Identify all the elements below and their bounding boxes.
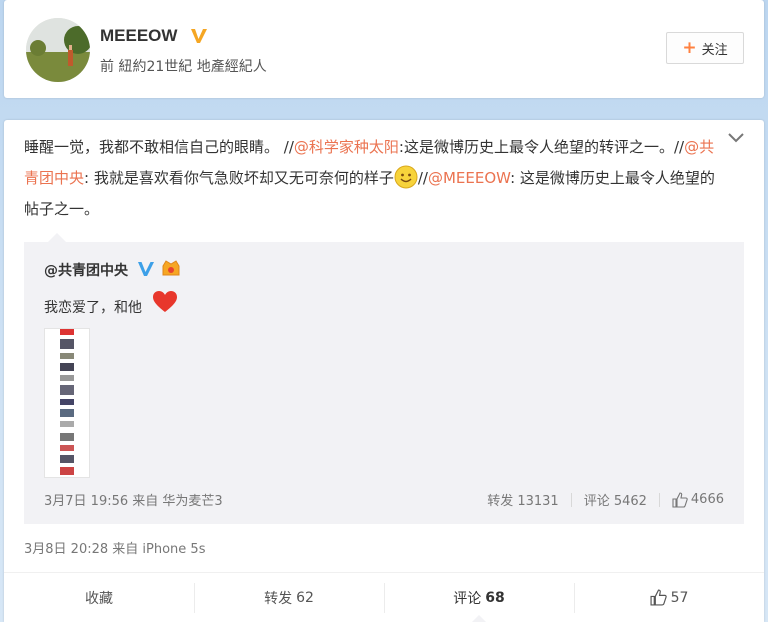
- quoted-like-count: 4666: [690, 492, 724, 507]
- comment-button[interactable]: 评论 68: [384, 573, 574, 622]
- heart-icon: [153, 291, 177, 312]
- follow-label: 关注: [701, 42, 728, 58]
- quoted-actions: 转发 13131 评论 5462 4666: [487, 490, 724, 509]
- post-text-segment: //: [417, 169, 428, 187]
- quote-pointer: [48, 233, 66, 242]
- member-badge-icon: [162, 260, 180, 276]
- quoted-repost-button[interactable]: 转发 13131: [487, 490, 559, 509]
- mention-link[interactable]: @MEEEOW: [428, 169, 510, 187]
- repost-button[interactable]: 转发 62: [194, 573, 384, 622]
- post-card: 睡醒一觉，我都不敢相信自己的眼睛。 //@科学家种太阳:这是微博历史上最令人绝望…: [4, 120, 764, 622]
- divider: [658, 492, 660, 507]
- quoted-text: 我恋爱了，和他: [44, 300, 142, 316]
- mention-link[interactable]: @科学家种太阳: [294, 138, 399, 156]
- avatar[interactable]: [26, 18, 90, 82]
- post-text-segment: 睡醒一觉，我都不敢相信自己的眼睛。 //: [24, 138, 294, 156]
- post-toolbar: 收藏 转发 62 评论 68 57: [4, 572, 764, 622]
- quoted-comment-button[interactable]: 评论 5462: [584, 490, 647, 509]
- quoted-post: @共青团中央 我恋爱了，和他 3月7日 19:56 来自 华为麦芒3 转发 13…: [24, 242, 744, 524]
- quoted-like-button[interactable]: 4666: [672, 491, 724, 508]
- chevron-down-icon[interactable]: [726, 130, 746, 146]
- thumbs-up-icon: [672, 491, 688, 508]
- profile-description: 前 紐約21世紀 地產經紀人: [100, 59, 267, 75]
- repost-count: 62: [296, 589, 314, 606]
- divider: [570, 492, 572, 507]
- like-button[interactable]: 57: [574, 573, 764, 622]
- post-text-segment: :这是微博历史上最令人绝望的转评之一。//: [398, 138, 685, 156]
- smiley-icon: [394, 165, 418, 189]
- post-text: 睡醒一觉，我都不敢相信自己的眼睛。 //@科学家种太阳:这是微博历史上最令人绝望…: [24, 132, 724, 225]
- plus-icon: +: [682, 37, 697, 58]
- active-indicator: [472, 615, 486, 622]
- profile-card: MEEEOW 前 紐約21世紀 地產經紀人 + 关注: [4, 0, 764, 98]
- favorite-label: 收藏: [85, 590, 113, 607]
- verified-v-icon: [191, 29, 207, 43]
- comment-count: 68: [485, 589, 505, 606]
- post-text-segment: : 我就是喜欢看你气急败坏却又无可奈何的样子: [84, 169, 394, 187]
- post-meta[interactable]: 3月8日 20:28 来自 iPhone 5s: [24, 538, 205, 557]
- like-count: 57: [670, 589, 689, 606]
- quoted-meta[interactable]: 3月7日 19:56 来自 华为麦芒3: [44, 490, 223, 509]
- repost-label: 转发: [264, 590, 293, 607]
- follow-button[interactable]: + 关注: [666, 32, 744, 64]
- favorite-button[interactable]: 收藏: [4, 573, 194, 622]
- quoted-author[interactable]: @共青团中央: [44, 260, 128, 280]
- comment-label: 评论: [453, 590, 482, 607]
- image-thumbnail[interactable]: [44, 328, 90, 478]
- profile-name[interactable]: MEEEOW: [100, 26, 177, 46]
- verified-v-icon: [138, 262, 154, 276]
- thumbs-up-icon: [650, 589, 667, 606]
